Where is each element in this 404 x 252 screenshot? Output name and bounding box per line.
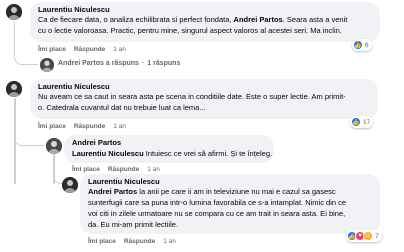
timestamp[interactable]: 1 an xyxy=(113,123,126,130)
avatar[interactable] xyxy=(62,177,78,193)
reply-actions: Îmi place Răspunde 1 an xyxy=(88,238,184,245)
reply-action: a răspuns xyxy=(105,60,139,67)
like-button[interactable]: Îmi place xyxy=(38,46,66,53)
avatar[interactable] xyxy=(6,81,22,97)
reply-bubble: Andrei Partos Laurentiu Niculescu Intuie… xyxy=(64,135,274,163)
reply-author[interactable]: Andrei Partos xyxy=(72,138,121,147)
like-icon: 👍 xyxy=(351,117,361,127)
comment-bubble: Laurentiu Niculescu Ca de fiecare data, … xyxy=(30,2,380,42)
comment-author[interactable]: Laurentiu Niculescu xyxy=(38,82,110,91)
reply-button[interactable]: Răspunde xyxy=(74,123,105,130)
text-segment: o. Catedrala cuvantul dat nu trebuie lua… xyxy=(38,103,206,112)
text-segment: voi citi in zilele urmatoare nu se compa… xyxy=(88,209,346,218)
thread-connector xyxy=(14,21,38,65)
reply-text: Laurentiu Niculescu Intuiesc ce vrei să … xyxy=(72,149,272,160)
reply-button[interactable]: Răspunde xyxy=(108,166,139,173)
comment-text-line: Ca de fiecare data, o analiza echilibrat… xyxy=(38,15,347,26)
reaction-summary[interactable]: 👍 ♥ ☺ 7 xyxy=(346,230,382,242)
text-segment: Intuiesc ce vrei să afirmi. Și te înțele… xyxy=(143,149,273,158)
like-button[interactable]: Îmi place xyxy=(72,166,100,173)
avatar[interactable] xyxy=(40,58,54,72)
text-segment: da. Eu mi-am primit lectiile. xyxy=(88,220,179,229)
reply-button[interactable]: Răspunde xyxy=(124,238,155,245)
reaction-count: 7 xyxy=(375,232,379,240)
text-segment: Nu aveam ce sa caut in seara asta pe sce… xyxy=(38,92,346,101)
reaction-summary[interactable]: 👍 17 xyxy=(350,116,374,128)
thread-connector xyxy=(14,130,44,146)
avatar[interactable] xyxy=(6,4,22,20)
comment-actions: Îmi place Răspunde 1 an xyxy=(38,123,134,130)
reply-text-line: Andrei Partos la anii pe care ii am in t… xyxy=(88,187,336,198)
reply-bubble: Laurentiu Niculescu Andrei Partos la ani… xyxy=(80,174,380,234)
text-segment: la anii pe care ii am in televiziune nu … xyxy=(137,187,336,196)
thread-line xyxy=(14,144,16,184)
reaction-count: 17 xyxy=(363,118,371,126)
reply-count: 1 răspuns xyxy=(147,60,181,67)
reply-author[interactable]: Laurentiu Niculescu xyxy=(88,177,160,186)
separator-dot: · xyxy=(141,60,145,67)
reply-button[interactable]: Răspunde xyxy=(74,46,105,53)
timestamp[interactable]: 1 an xyxy=(163,238,176,245)
comment-text-line: Nu aveam ce sa caut in seara asta pe sce… xyxy=(38,92,346,103)
timestamp[interactable]: 1 an xyxy=(113,46,126,53)
avatar[interactable] xyxy=(46,138,62,154)
timestamp[interactable]: 1 an xyxy=(147,166,160,173)
like-button[interactable]: Îmi place xyxy=(38,123,66,130)
mention-link[interactable]: Laurentiu Niculescu xyxy=(72,149,144,158)
reaction-summary[interactable]: 👍 6 xyxy=(352,39,372,51)
text-segment: Ca de fiecare data, o analiza echilibrat… xyxy=(38,15,234,24)
reply-author: Andrei Partos xyxy=(58,60,104,67)
haha-icon: ☺ xyxy=(363,231,373,241)
text-segment: cu o lectie valoroasa. Practic, pentru m… xyxy=(38,26,342,35)
mention-link[interactable]: Andrei Partos xyxy=(234,15,283,24)
reply-text-line: da. Eu mi-am primit lectiile. xyxy=(88,220,178,231)
reply-actions: Îmi place Răspunde 1 an xyxy=(72,166,168,173)
reaction-count: 6 xyxy=(365,41,369,49)
comment-actions: Îmi place Răspunde 1 an xyxy=(38,46,134,53)
text-segment: sunterfugii care sa puna intr-o lumina f… xyxy=(88,198,347,207)
text-segment: . Seara asta a venit xyxy=(282,15,348,24)
comment-text-line: cu o lectie valoroasa. Practic, pentru m… xyxy=(38,26,342,37)
reply-text-line: voi citi in zilele urmatoare nu se compa… xyxy=(88,209,345,220)
reply-text-line: sunterfugii care sa puna intr-o lumina f… xyxy=(88,198,346,209)
like-button[interactable]: Îmi place xyxy=(88,238,116,245)
comment-author[interactable]: Laurentiu Niculescu xyxy=(38,5,110,14)
comment-text-line: o. Catedrala cuvantul dat nu trebuie lua… xyxy=(38,103,206,114)
view-replies-link[interactable]: Andrei Partos a răspuns · 1 răspuns xyxy=(58,60,180,67)
mention-link[interactable]: Andrei Partos xyxy=(88,187,137,196)
like-icon: 👍 xyxy=(353,40,363,50)
comment-bubble: Laurentiu Niculescu Nu aveam ce sa caut … xyxy=(30,79,378,119)
